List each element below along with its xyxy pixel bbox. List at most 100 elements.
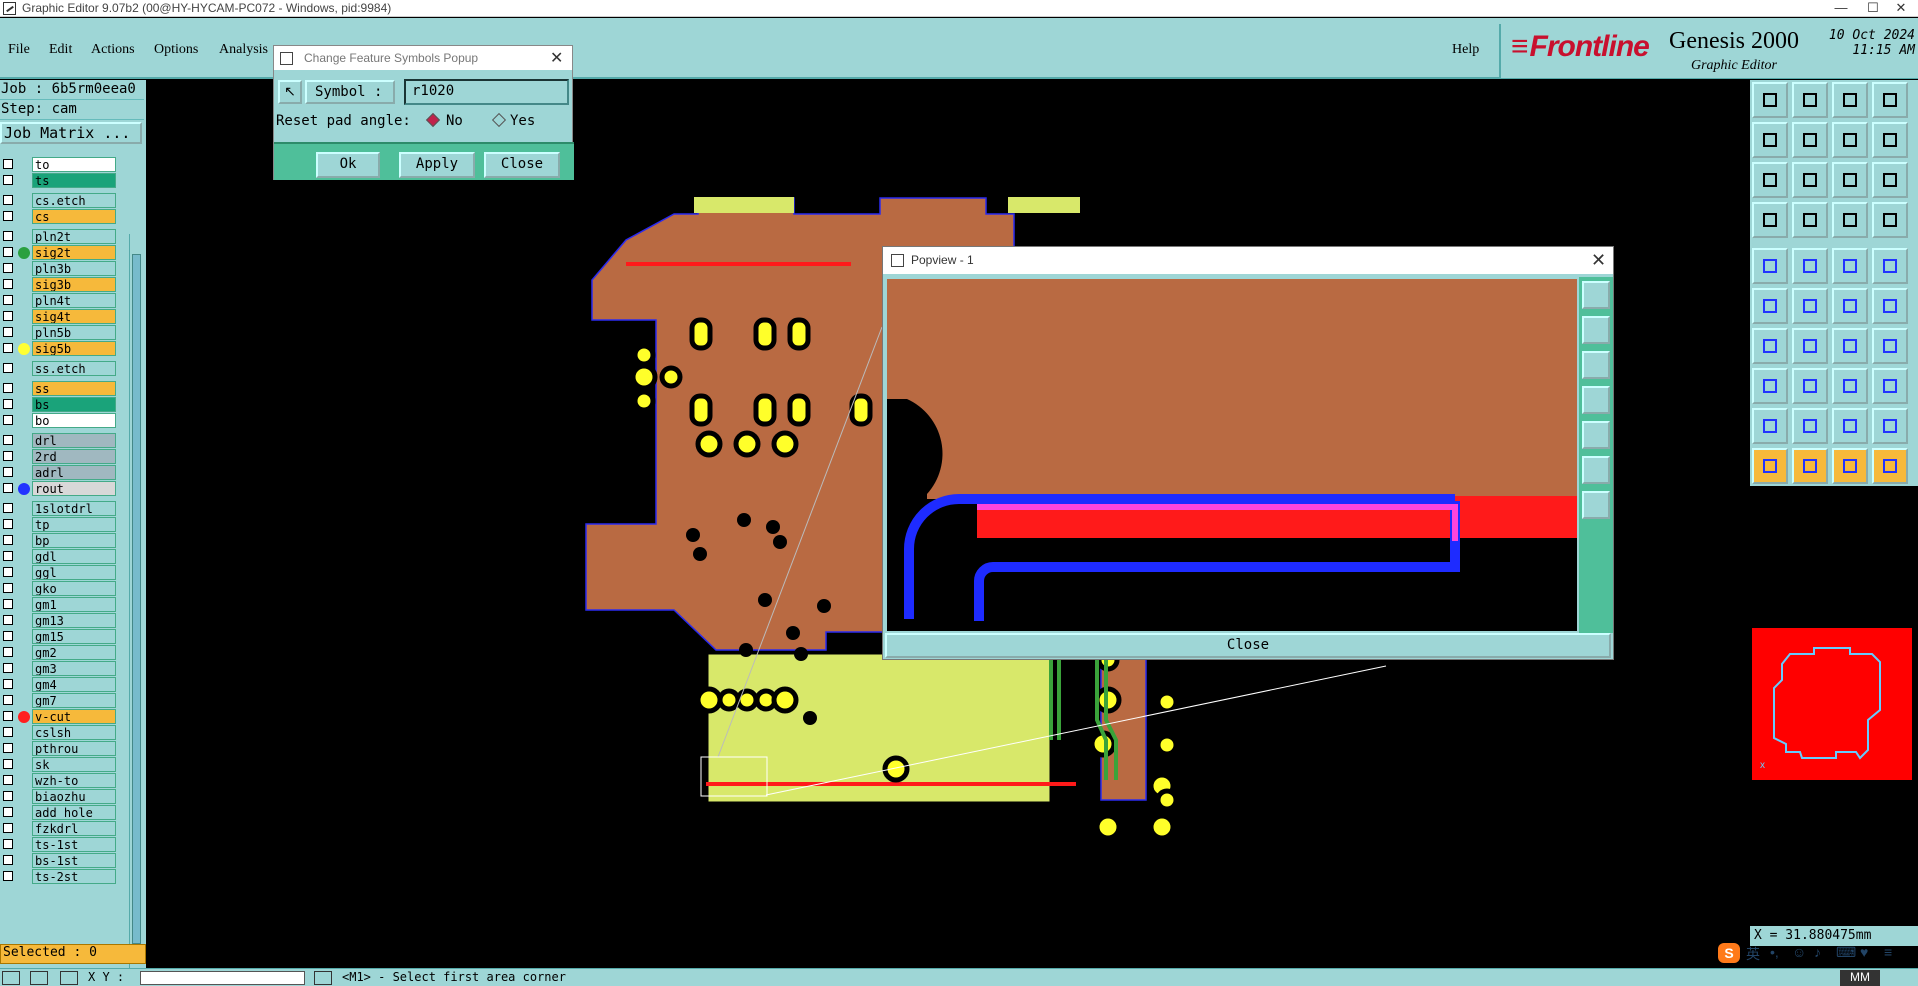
layer-row[interactable]: adrl [0, 465, 120, 480]
layer-name[interactable]: ts-1st [32, 837, 116, 852]
ok-button[interactable]: Ok [316, 152, 380, 178]
layer-checkbox[interactable] [3, 743, 13, 753]
tool-button-icon[interactable] [1792, 288, 1828, 324]
popview-left-icon[interactable] [1582, 386, 1610, 414]
menu-help[interactable]: Help [1452, 42, 1479, 58]
layer-name[interactable]: sig4t [32, 309, 116, 324]
layer-name[interactable]: gdl [32, 549, 116, 564]
layer-checkbox[interactable] [3, 327, 13, 337]
layer-checkbox[interactable] [3, 679, 13, 689]
layer-checkbox[interactable] [3, 871, 13, 881]
layer-row[interactable]: ss [0, 381, 120, 396]
tool-button-icon[interactable] [1792, 162, 1828, 198]
layer-row[interactable]: sig3b [0, 277, 120, 292]
popview-zoom-out-icon[interactable] [1582, 491, 1610, 519]
layer-row[interactable]: 1slotdrl [0, 501, 120, 516]
units-indicator[interactable]: MM [1840, 970, 1880, 986]
popview-right-icon[interactable] [1582, 421, 1610, 449]
popview-close-icon[interactable]: ✕ [1591, 250, 1606, 271]
layer-name[interactable]: ggl [32, 565, 116, 580]
layer-name[interactable]: pln5b [32, 325, 116, 340]
tool-button-icon[interactable] [1752, 368, 1788, 404]
ime-mic-icon[interactable]: ♪ [1814, 944, 1821, 960]
ime-punct-icon[interactable]: •, [1770, 944, 1779, 960]
layer-checkbox[interactable] [3, 211, 13, 221]
tool-button-icon[interactable] [1832, 82, 1868, 118]
radio-no[interactable] [425, 112, 441, 128]
tool-button-icon[interactable] [1872, 448, 1908, 484]
layer-name[interactable]: gm4 [32, 677, 116, 692]
layer-checkbox[interactable] [3, 855, 13, 865]
layer-checkbox[interactable] [3, 503, 13, 513]
tool-button-icon[interactable] [1832, 288, 1868, 324]
tool-button-icon[interactable] [1872, 122, 1908, 158]
layer-row[interactable]: sig2t [0, 245, 120, 260]
close-window-button[interactable]: ✕ [1878, 0, 1918, 17]
layer-row[interactable]: fzkdrl [0, 821, 120, 836]
radio-yes[interactable] [491, 112, 507, 128]
layer-row[interactable]: tp [0, 517, 120, 532]
layer-checkbox[interactable] [3, 519, 13, 529]
layer-name[interactable]: ss [32, 381, 116, 396]
layer-checkbox[interactable] [3, 615, 13, 625]
layer-checkbox[interactable] [3, 647, 13, 657]
popview-titlebar[interactable]: Popview - 1 ✕ [883, 247, 1613, 274]
ime-keyboard-icon[interactable]: ⌨ [1836, 944, 1856, 961]
tool-button-icon[interactable] [1752, 202, 1788, 238]
tool-button-icon[interactable] [1752, 162, 1788, 198]
popview-close-button[interactable]: Close [885, 633, 1611, 658]
layer-row[interactable]: v-cut [0, 709, 120, 724]
layer-name[interactable]: 2rd [32, 449, 116, 464]
layer-row[interactable]: gm4 [0, 677, 120, 692]
job-matrix-button[interactable]: Job Matrix ... [0, 122, 142, 144]
symbol-label[interactable]: Symbol : [305, 80, 395, 104]
layer-checkbox[interactable] [3, 599, 13, 609]
layer-checkbox[interactable] [3, 551, 13, 561]
layer-checkbox[interactable] [3, 399, 13, 409]
layer-name[interactable]: ts-2st [32, 869, 116, 884]
menu-edit[interactable]: Edit [49, 42, 72, 58]
layer-checkbox[interactable] [3, 775, 13, 785]
layer-name[interactable]: to [32, 157, 116, 172]
layer-row[interactable]: cs [0, 209, 120, 224]
layer-row[interactable]: sig4t [0, 309, 120, 324]
layer-checkbox[interactable] [3, 231, 13, 241]
layer-name[interactable]: wzh-to [32, 773, 116, 788]
tool-button-icon[interactable] [1832, 328, 1868, 364]
layer-name[interactable]: gm3 [32, 661, 116, 676]
layer-checkbox[interactable] [3, 175, 13, 185]
layer-row[interactable]: biaozhu [0, 789, 120, 804]
layer-name[interactable]: bs [32, 397, 116, 412]
ime-menu-icon[interactable]: ≡ [1884, 944, 1892, 960]
tool-button-icon[interactable] [1792, 368, 1828, 404]
status-grid-icon[interactable] [60, 971, 78, 985]
popview-zoom-in-icon[interactable] [1582, 456, 1610, 484]
tool-button-icon[interactable] [1872, 202, 1908, 238]
layer-checkbox[interactable] [3, 451, 13, 461]
tool-button-icon[interactable] [1792, 408, 1828, 444]
tool-button-icon[interactable] [1792, 82, 1828, 118]
tool-button-icon[interactable] [1832, 248, 1868, 284]
layer-checkbox[interactable] [3, 467, 13, 477]
layer-row[interactable]: cslsh [0, 725, 120, 740]
layer-checkbox[interactable] [3, 759, 13, 769]
layer-row[interactable]: ss.etch [0, 361, 120, 376]
layer-row[interactable]: gm13 [0, 613, 120, 628]
layer-checkbox[interactable] [3, 383, 13, 393]
ime-toolbar[interactable]: S 英 •, ☺ ♪ ⌨ ♥ ≡ [1718, 940, 1918, 966]
layer-checkbox[interactable] [3, 807, 13, 817]
layer-name[interactable]: sig2t [32, 245, 116, 260]
layer-name[interactable]: rout [32, 481, 116, 496]
layer-row[interactable]: gm7 [0, 693, 120, 708]
layer-checkbox[interactable] [3, 295, 13, 305]
layer-row[interactable]: gko [0, 581, 120, 596]
layer-checkbox[interactable] [3, 823, 13, 833]
layer-name[interactable]: tp [32, 517, 116, 532]
layer-row[interactable]: pln3b [0, 261, 120, 276]
tool-button-icon[interactable] [1792, 202, 1828, 238]
layer-row[interactable]: bo [0, 413, 120, 428]
layer-name[interactable]: pln2t [32, 229, 116, 244]
layer-row[interactable]: gm3 [0, 661, 120, 676]
layer-row[interactable]: add_hole [0, 805, 120, 820]
layer-checkbox[interactable] [3, 159, 13, 169]
